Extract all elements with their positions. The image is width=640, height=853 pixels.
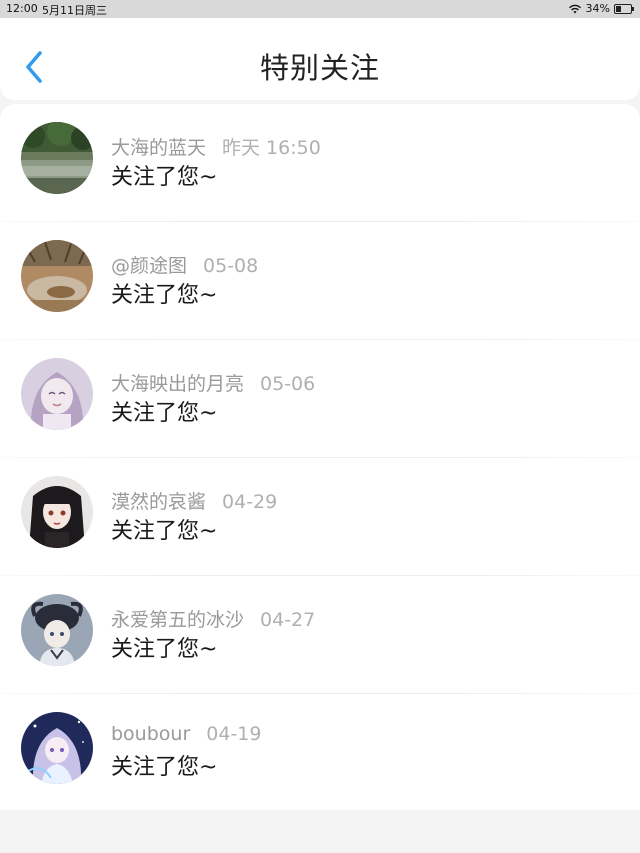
item-meta: 永爱第五的冰沙 04-27 [111,605,315,632]
item-date: 昨天 16:50 [222,137,321,159]
list-item[interactable]: boubour 04-19 关注了您~ [0,694,640,812]
item-meta: 大海映出的月亮 05-06 [111,369,315,396]
battery-icon [614,3,634,14]
user-name[interactable]: boubour [111,723,190,745]
list-item[interactable]: @颜途图 05-08 关注了您~ [0,222,640,340]
battery-percent: 34% [585,2,610,15]
item-message: 关注了您~ [111,637,218,662]
item-message: 关注了您~ [111,401,218,426]
item-date: 05-08 [203,255,259,277]
item-date: 04-29 [222,491,278,513]
user-name[interactable]: 大海的蓝天 [111,137,206,159]
avatar-image [21,594,93,666]
item-message: 关注了您~ [111,755,218,780]
avatar[interactable] [21,358,93,430]
avatar[interactable] [21,122,93,194]
wifi-icon [568,4,581,13]
avatar-image [21,122,93,194]
follow-list: 大海的蓝天 昨天 16:50 关注了您~ @颜途图 05-08 关注了您~ 大海… [0,104,640,810]
list-item[interactable]: 永爱第五的冰沙 04-27 关注了您~ [0,576,640,694]
avatar-image [21,712,93,784]
list-item[interactable]: 大海的蓝天 昨天 16:50 关注了您~ [0,104,640,222]
avatar-image [21,358,93,430]
avatar-image [21,240,93,312]
item-meta: 漠然的哀酱 04-29 [111,487,277,514]
list-item[interactable]: 漠然的哀酱 04-29 关注了您~ [0,458,640,576]
avatar-image [21,476,93,548]
item-message: 关注了您~ [111,519,218,544]
item-meta: boubour 04-19 [111,723,261,745]
nav-bar: 特别关注 [0,18,640,100]
item-message: 关注了您~ [111,165,218,190]
user-name[interactable]: @颜途图 [111,255,187,277]
item-date: 04-27 [260,609,316,631]
list-item[interactable]: 大海映出的月亮 05-06 关注了您~ [0,340,640,458]
avatar[interactable] [21,240,93,312]
user-name[interactable]: 永爱第五的冰沙 [111,609,244,631]
item-meta: 大海的蓝天 昨天 16:50 [111,133,321,160]
avatar[interactable] [21,712,93,784]
avatar[interactable] [21,476,93,548]
status-right: 34% [568,2,634,15]
status-bar: 12:00 5月11日周三 34% [0,0,640,18]
avatar[interactable] [21,594,93,666]
user-name[interactable]: 漠然的哀酱 [111,491,206,513]
user-name[interactable]: 大海映出的月亮 [111,373,244,395]
status-time: 12:00 [6,2,38,15]
item-date: 04-19 [206,723,262,745]
item-date: 05-06 [260,373,316,395]
status-date: 5月11日周三 [42,4,107,17]
item-message: 关注了您~ [111,283,218,308]
page-title: 特别关注 [259,51,380,85]
item-meta: @颜途图 05-08 [111,251,258,278]
